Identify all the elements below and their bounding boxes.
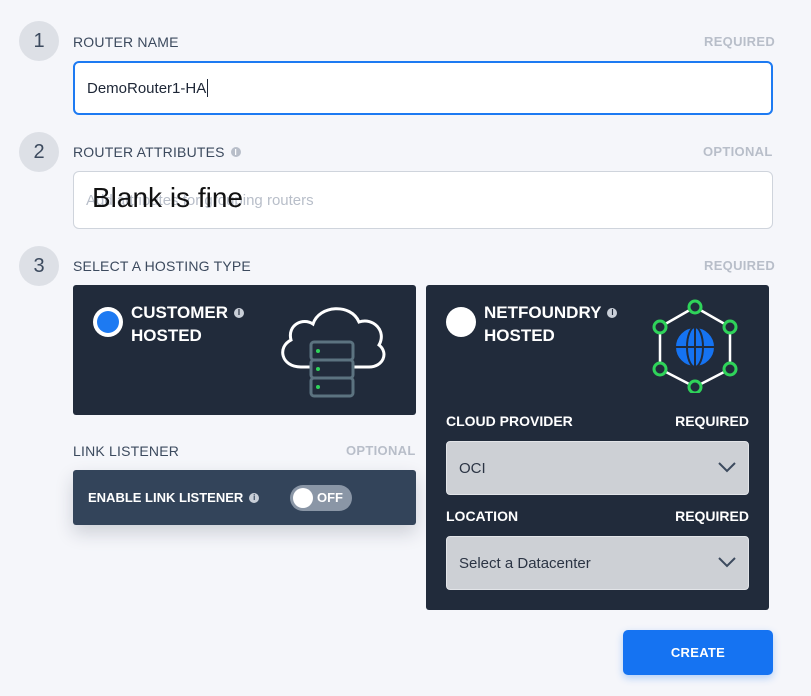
step-3-number: 3 — [19, 246, 59, 286]
router-name-label: ROUTER NAME — [73, 34, 179, 50]
toggle-knob — [293, 488, 313, 508]
cloud-provider-select[interactable]: OCI — [446, 441, 749, 495]
annotation-overlay-text: Blank is fine — [92, 182, 243, 213]
location-label: LOCATION — [446, 508, 519, 524]
cloud-provider-label: CLOUD PROVIDER — [446, 413, 573, 429]
customer-hosted-title: CUSTOMER i HOSTED — [131, 301, 244, 347]
cloud-provider-value: OCI — [459, 459, 486, 477]
link-listener-label: LINK LISTENER — [73, 443, 180, 459]
location-value: Select a Datacenter — [459, 554, 591, 572]
customer-hosted-radio[interactable] — [93, 307, 123, 337]
router-attributes-optional-tag: OPTIONAL — [703, 144, 773, 159]
enable-link-listener-label: ENABLE LINK LISTENER i — [88, 490, 260, 505]
create-button[interactable]: CREATE — [623, 630, 773, 675]
text-caret — [207, 79, 209, 97]
router-attributes-label: ROUTER ATTRIBUTES i — [73, 144, 241, 160]
netfoundry-hosted-radio[interactable] — [446, 307, 476, 337]
step-1-number: 1 — [19, 21, 59, 61]
router-attributes-label-text: ROUTER ATTRIBUTES — [73, 144, 225, 160]
link-listener-optional-tag: OPTIONAL — [346, 443, 416, 458]
cloud-provider-required-tag: REQUIRED — [675, 413, 749, 429]
router-name-required-tag: REQUIRED — [704, 34, 776, 49]
link-listener-toggle[interactable]: OFF — [290, 485, 352, 511]
customer-hosted-title-line1: CUSTOMER — [131, 303, 228, 322]
cloud-server-icon — [281, 307, 386, 398]
netfoundry-hosted-title-line1: NETFOUNDRY — [484, 303, 602, 322]
step-2-number: 2 — [19, 132, 59, 172]
hosting-type-label: SELECT A HOSTING TYPE — [73, 258, 251, 274]
link-listener-bar: ENABLE LINK LISTENER i OFF — [73, 470, 416, 525]
info-icon[interactable]: i — [607, 307, 618, 318]
chevron-down-icon — [718, 557, 736, 568]
customer-hosted-card[interactable]: CUSTOMER i HOSTED — [73, 285, 416, 415]
info-icon[interactable]: i — [249, 492, 260, 503]
enable-link-listener-text: ENABLE LINK LISTENER — [88, 490, 244, 505]
router-name-value: DemoRouter1-HA — [87, 79, 207, 97]
hosting-type-required-tag: REQUIRED — [704, 258, 776, 273]
location-required-tag: REQUIRED — [675, 508, 749, 524]
customer-hosted-title-line2: HOSTED — [131, 326, 202, 345]
location-select[interactable]: Select a Datacenter — [446, 536, 749, 590]
toggle-state-text: OFF — [317, 490, 343, 505]
netfoundry-hosted-card[interactable]: NETFOUNDRY i HOSTED CLOUD PROVIDER REQUIR… — [426, 285, 769, 610]
info-icon[interactable]: i — [230, 147, 241, 158]
info-icon[interactable]: i — [233, 307, 244, 318]
netfoundry-hosted-title-line2: HOSTED — [484, 326, 555, 345]
router-name-input[interactable]: DemoRouter1-HA — [73, 61, 773, 115]
chevron-down-icon — [718, 462, 736, 473]
netfoundry-hosted-title: NETFOUNDRY i HOSTED — [484, 301, 618, 347]
globe-network-icon — [652, 299, 738, 393]
